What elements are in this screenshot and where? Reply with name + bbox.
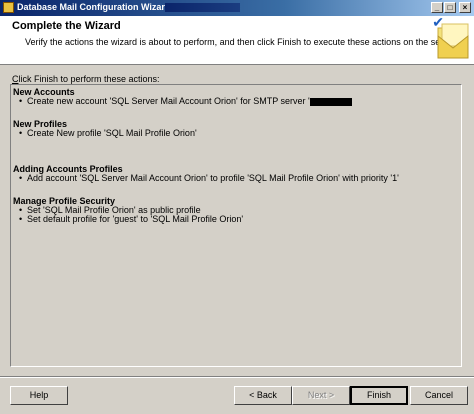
maximize-button[interactable]: □	[444, 2, 456, 13]
app-icon	[3, 2, 14, 13]
redacted-server-name	[165, 3, 240, 12]
next-button[interactable]: Next >	[292, 386, 350, 405]
title-bar[interactable]: Database Mail Configuration Wizard - L _…	[0, 0, 474, 16]
list-item: Create New profile 'SQL Mail Profile Ori…	[13, 128, 461, 139]
section-title: Manage Profile Security	[13, 195, 116, 206]
close-button[interactable]: ×	[459, 2, 471, 13]
help-button[interactable]: Help	[10, 386, 68, 405]
page-subtitle: Verify the actions the wizard is about t…	[25, 37, 458, 47]
finish-button[interactable]: Finish	[350, 386, 408, 405]
prompt-text: lick Finish to perform these actions:	[18, 74, 160, 84]
redacted-smtp-server	[309, 97, 352, 106]
section-new-profiles: New Profiles Create New profile 'SQL Mai…	[13, 119, 461, 139]
minimize-button[interactable]: _	[431, 2, 443, 13]
page-title: Complete the Wizard	[12, 20, 121, 32]
wizard-mail-icon	[437, 23, 469, 59]
window-title: Database Mail Configuration Wizard - L	[17, 2, 184, 12]
actions-list[interactable]: New Accounts Create new account 'SQL Ser…	[10, 84, 462, 367]
section-new-accounts: New Accounts Create new account 'SQL Ser…	[13, 87, 461, 107]
list-item: Set default profile for 'guest' to 'SQL …	[13, 214, 461, 225]
section-adding-accounts-profiles: Adding Accounts Profiles Add account 'SQ…	[13, 164, 461, 184]
list-item: Add account 'SQL Server Mail Account Ori…	[13, 173, 461, 184]
section-title: New Profiles	[13, 118, 68, 129]
item-text: Create new account 'SQL Server Mail Acco…	[27, 96, 310, 106]
wizard-header: Complete the Wizard Verify the actions t…	[0, 14, 474, 65]
actions-prompt: Click Finish to perform these actions:	[12, 74, 160, 84]
cancel-button[interactable]: Cancel	[410, 386, 468, 405]
section-manage-profile-security: Manage Profile Security Set 'SQL Mail Pr…	[13, 196, 461, 225]
list-item: Create new account 'SQL Server Mail Acco…	[13, 96, 461, 107]
back-button[interactable]: < Back	[234, 386, 292, 405]
footer-divider	[0, 376, 474, 378]
